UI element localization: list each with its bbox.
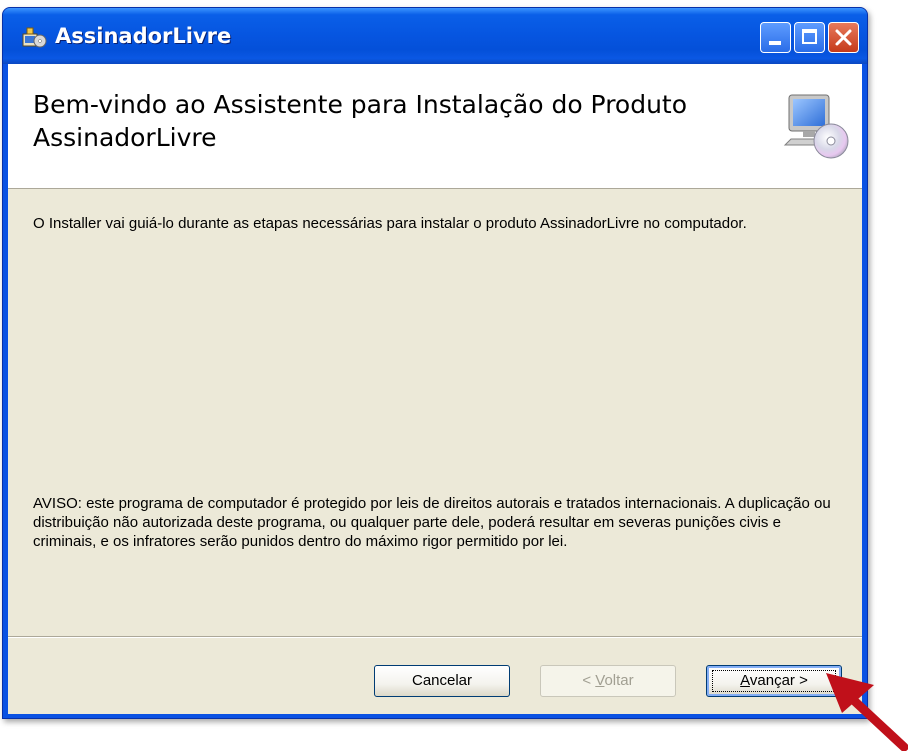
back-button-label: < Voltar	[582, 672, 634, 689]
intro-text: O Installer vai guiá-lo durante as etapa…	[33, 215, 747, 232]
annotation-arrow-icon	[826, 673, 908, 751]
computer-cd-icon	[783, 91, 853, 161]
maximize-button[interactable]	[794, 22, 825, 53]
cancel-button[interactable]: Cancelar	[374, 665, 510, 697]
page-title: Bem-vindo ao Assistente para Instalação …	[33, 90, 688, 152]
maximize-icon	[802, 29, 817, 44]
dialog-client-area: Bem-vindo ao Assistente para Instalação …	[8, 64, 862, 714]
installer-app-icon	[21, 26, 47, 50]
close-icon	[835, 29, 852, 46]
copyright-warning-text: AVISO: este programa de computador é pro…	[33, 495, 831, 550]
back-button[interactable]: < Voltar	[540, 665, 676, 697]
close-button[interactable]	[828, 22, 859, 53]
cancel-button-label: Cancelar	[411, 672, 473, 689]
installer-window: AssinadorLivre Bem-vindo ao Assistente p…	[2, 7, 868, 719]
footer-divider	[8, 636, 862, 637]
title-bar[interactable]: AssinadorLivre	[3, 8, 867, 64]
header-banner: Bem-vindo ao Assistente para Instalação …	[8, 64, 862, 189]
minimize-icon	[769, 41, 781, 45]
minimize-button[interactable]	[760, 22, 791, 53]
window-title: AssinadorLivre	[55, 24, 232, 48]
